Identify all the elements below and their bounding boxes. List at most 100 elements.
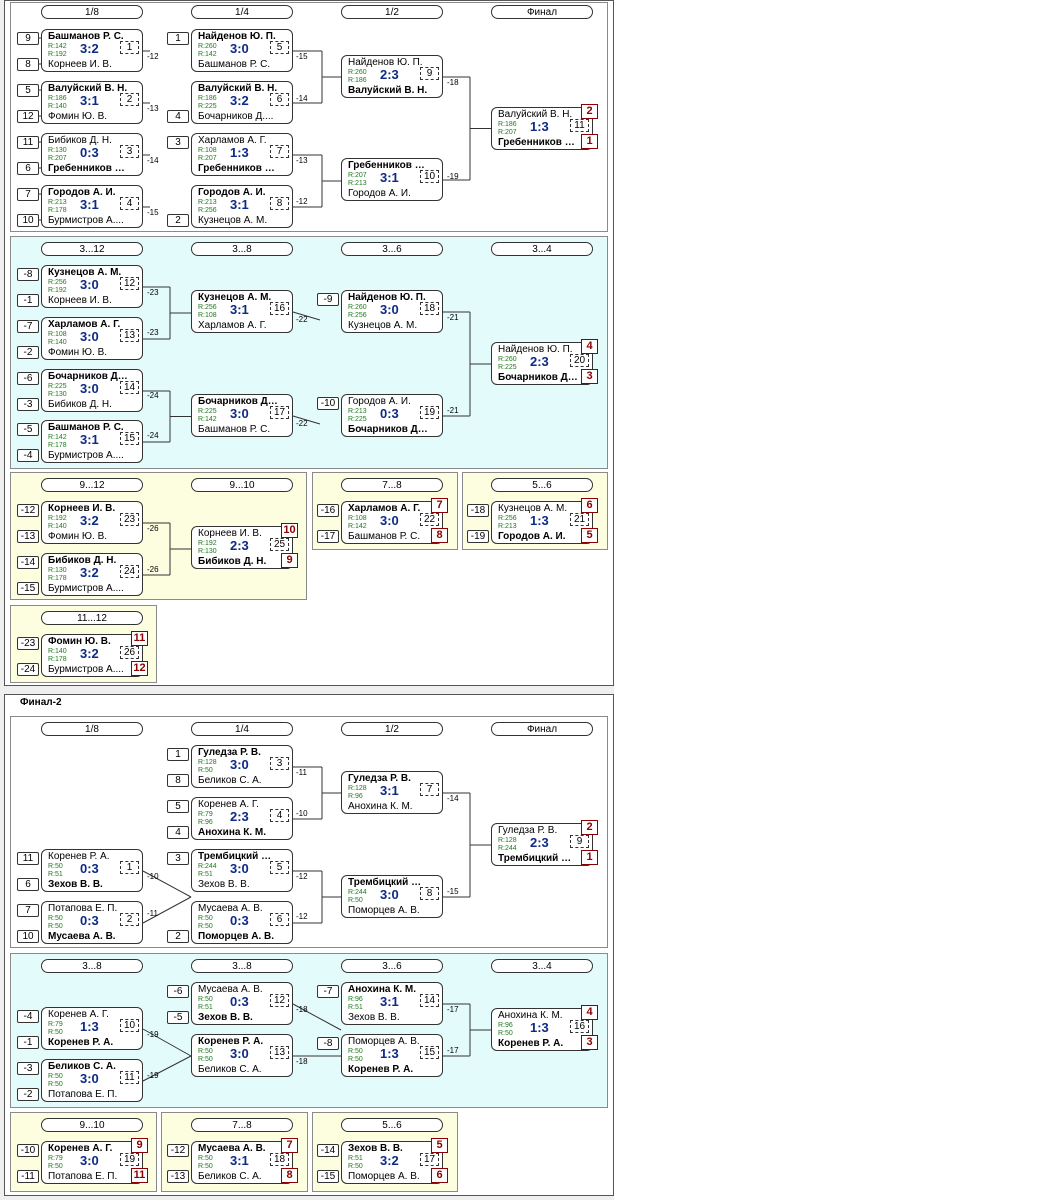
seed-number: 11	[17, 852, 39, 865]
match-card[interactable]: Потапова Е. П. R:50 R:50 0:3 2 Мусаева А. В.	[41, 901, 143, 944]
player-1-rating: R:192	[198, 540, 217, 547]
match-card[interactable]: Фомин Ю. В. R:140 R:178 3:2 26 Бурмистров А..…	[41, 634, 143, 677]
match-card[interactable]: Башманов Р. С. R:142 R:178 3:1 15 Бурмистров …	[41, 420, 143, 463]
match-card[interactable]: Бибиков Д. Н. R:130 R:207 0:3 3 Гребенников В…	[41, 133, 143, 176]
player-1-rating: R:50	[48, 915, 63, 922]
player-2-name: Беликов С. А.	[198, 1171, 262, 1182]
final-place-badge: 7	[431, 498, 448, 513]
match-card[interactable]: Поморцев А. В. R:50 R:50 1:3 15 Коренев Р. А.	[341, 1034, 443, 1077]
match-card[interactable]: Корнеев И. В. R:192 R:130 2:3 25 Бибиков Д. Н…	[191, 526, 293, 569]
match-number: 13	[120, 329, 139, 342]
match-card[interactable]: Беликов С. А. R:50 R:50 3:0 11 Потапова Е. П.	[41, 1059, 143, 1102]
seed-number: -1	[17, 294, 39, 307]
match-card[interactable]: Харламов А. Г. R:108 R:142 3:0 22 Башманов Р.…	[341, 501, 443, 544]
match-score: 3:1	[230, 302, 249, 317]
match-card[interactable]: Найденов Ю. П. R:260 R:142 3:0 5 Башманов Р. …	[191, 29, 293, 72]
round-label: 3...6	[341, 242, 443, 256]
player-1-rating: R:244	[198, 863, 217, 870]
match-card[interactable]: Коренев Р. А. R:50 R:50 3:0 13 Беликов С. А.	[191, 1034, 293, 1077]
player-2-rating: R:50	[48, 1163, 63, 1170]
match-number: 25	[270, 538, 289, 551]
match-card[interactable]: Найденов Ю. П. R:260 R:256 3:0 18 Кузнецов А.…	[341, 290, 443, 333]
player-2-rating: R:178	[48, 575, 67, 582]
match-card[interactable]: Городов А. И. R:213 R:178 3:1 4 Бурмистров А.…	[41, 185, 143, 228]
match-card[interactable]: Бочарников Д.... R:225 R:142 3:0 17 Башманов …	[191, 394, 293, 437]
next-match-ref: -23	[147, 328, 159, 337]
player-2-rating: R:51	[198, 871, 213, 878]
match-score: 3:0	[230, 1046, 249, 1061]
final-place-badge: 2	[581, 820, 598, 835]
player-2-rating: R:186	[348, 77, 367, 84]
final-place-badge: 6	[431, 1168, 448, 1183]
match-score: 3:0	[80, 1153, 99, 1168]
player-1-rating: R:256	[498, 515, 517, 522]
player-2-rating: R:140	[48, 339, 67, 346]
match-card[interactable]: Зехов В. В. R:51 R:50 3:2 17 Поморцев А. В.	[341, 1141, 443, 1184]
player-2-name: Потапова Е. П.	[48, 1171, 118, 1182]
final-place-badge: 3	[581, 369, 598, 384]
match-score: 3:0	[230, 406, 249, 421]
match-card[interactable]: Валуйский В. Н. R:186 R:207 1:3 11 Гребеннико…	[491, 107, 593, 150]
match-card[interactable]: Анохина К. М. R:96 R:51 3:1 14 Зехов В. В.	[341, 982, 443, 1025]
player-2-rating: R:178	[48, 207, 67, 214]
player-2-rating: R:213	[498, 523, 517, 530]
match-card[interactable]: Городов А. И. R:213 R:256 3:1 8 Кузнецов А. М…	[191, 185, 293, 228]
player-1-rating: R:128	[348, 785, 367, 792]
match-card[interactable]: Мусаева А. В. R:50 R:51 0:3 12 Зехов В. В.	[191, 982, 293, 1025]
next-match-ref: -19	[147, 1030, 159, 1039]
match-card[interactable]: Коренев А. Г. R:79 R:50 1:3 10 Коренев Р. А.	[41, 1007, 143, 1050]
match-card[interactable]: Гуледза Р. В. R:128 R:96 3:1 7 Анохина К. М.	[341, 771, 443, 814]
player-2-name: Трембицкий В....	[498, 853, 578, 864]
match-card[interactable]: Бочарников Д.... R:225 R:130 3:0 14 Бибиков Д…	[41, 369, 143, 412]
player-2-name: Зехов В. В.	[348, 1012, 400, 1023]
match-number: 11	[120, 1071, 139, 1084]
match-card[interactable]: Трембицкий В.... R:244 R:50 3:0 8 Поморцев А.…	[341, 875, 443, 918]
match-card[interactable]: Коренев Р. А. R:50 R:51 0:3 1 Зехов В. В.	[41, 849, 143, 892]
match-number: 20	[570, 354, 589, 367]
match-card[interactable]: Валуйский В. Н. R:186 R:140 3:1 2 Фомин Ю. В.	[41, 81, 143, 124]
match-card[interactable]: Трембицкий В.... R:244 R:51 3:0 5 Зехов В. В.	[191, 849, 293, 892]
match-card[interactable]: Кузнецов А. М. R:256 R:108 3:1 16 Харламов А.…	[191, 290, 293, 333]
match-card[interactable]: Кузнецов А. М. R:256 R:192 3:0 12 Корнеев И. …	[41, 265, 143, 308]
final-place-badge: 8	[281, 1168, 298, 1183]
match-card[interactable]: Найденов Ю. П. R:260 R:186 2:3 9 Валуйский В.…	[341, 55, 443, 98]
seed-number: 4	[167, 110, 189, 123]
player-2-rating: R:50	[348, 1056, 363, 1063]
match-card[interactable]: Башманов Р. С. R:142 R:192 3:2 1 Корнеев И. В…	[41, 29, 143, 72]
match-card[interactable]: Гребенников В... R:207 R:213 3:1 10 Городов А…	[341, 158, 443, 201]
match-score: 0:3	[230, 913, 249, 928]
match-card[interactable]: Найденов Ю. П. R:260 R:225 2:3 20 Бочарников …	[491, 342, 593, 385]
match-card[interactable]: Гуледза Р. В. R:128 R:50 3:0 3 Беликов С. А.	[191, 745, 293, 788]
match-card[interactable]: Корнеев И. В. R:192 R:140 3:2 23 Фомин Ю. В.	[41, 501, 143, 544]
match-card[interactable]: Гуледза Р. В. R:128 R:244 2:3 9 Трембицкий В.…	[491, 823, 593, 866]
final-place-badge: 11	[131, 631, 148, 646]
match-card[interactable]: Коренев А. Г. R:79 R:50 3:0 19 Потапова Е. П.	[41, 1141, 143, 1184]
match-card[interactable]: Харламов А. Г. R:108 R:207 1:3 7 Гребенников …	[191, 133, 293, 176]
next-match-ref: -21	[447, 313, 459, 322]
seed-number: -13	[167, 1170, 189, 1183]
player-2-name: Фомин Ю. В.	[48, 531, 108, 542]
match-card[interactable]: Анохина К. М. R:96 R:50 1:3 16 Коренев Р. А.	[491, 1008, 593, 1051]
next-match-ref: -12	[296, 912, 308, 921]
match-card[interactable]: Мусаева А. В. R:50 R:50 0:3 6 Поморцев А. В.	[191, 901, 293, 944]
player-1-rating: R:96	[498, 1022, 513, 1029]
match-number: 10	[420, 170, 439, 183]
match-score: 3:0	[80, 1071, 99, 1086]
match-number: 16	[570, 1020, 589, 1033]
next-match-ref: -11	[296, 768, 307, 777]
match-number: 19	[120, 1153, 139, 1166]
match-number: 16	[270, 302, 289, 315]
match-card[interactable]: Мусаева А. В. R:50 R:50 3:1 18 Беликов С. А.	[191, 1141, 293, 1184]
match-card[interactable]: Валуйский В. Н. R:186 R:225 3:2 6 Бочарников …	[191, 81, 293, 124]
match-card[interactable]: Коренев А. Г. R:79 R:96 2:3 4 Анохина К. М.	[191, 797, 293, 840]
match-card[interactable]: Городов А. И. R:213 R:225 0:3 19 Бочарников Д…	[341, 394, 443, 437]
player-2-rating: R:50	[348, 897, 363, 904]
final-place-badge: 5	[581, 528, 598, 543]
player-1-rating: R:186	[48, 95, 67, 102]
match-score: 0:3	[80, 913, 99, 928]
match-card[interactable]: Харламов А. Г. R:108 R:140 3:0 13 Фомин Ю. В.	[41, 317, 143, 360]
match-card[interactable]: Бибиков Д. Н. R:130 R:178 3:2 24 Бурмистров А…	[41, 553, 143, 596]
match-card[interactable]: Кузнецов А. М. R:256 R:213 1:3 21 Городов А. …	[491, 501, 593, 544]
next-match-ref: -12	[147, 52, 159, 61]
final-place-badge: 12	[131, 661, 148, 676]
